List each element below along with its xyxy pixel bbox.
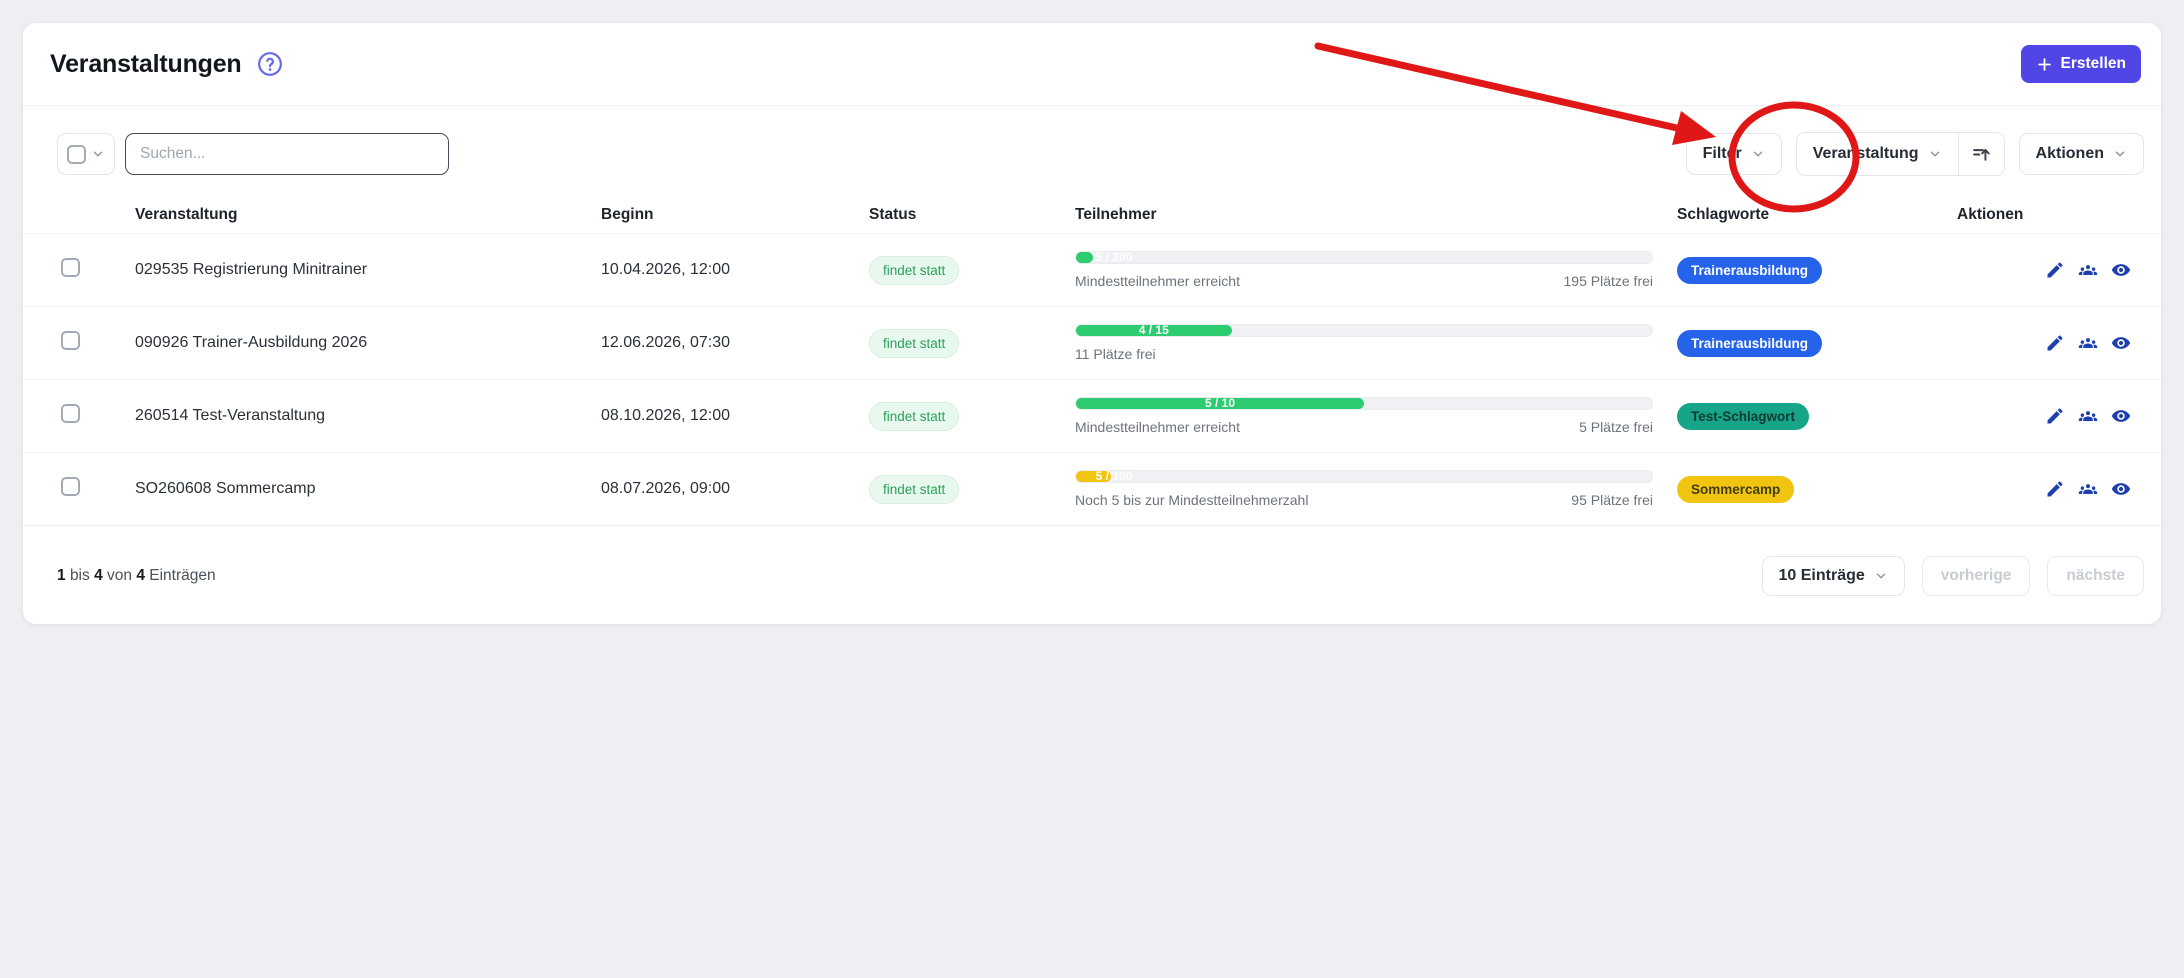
tag: Trainerausbildung bbox=[1677, 257, 1822, 284]
status-badge: findet statt bbox=[869, 329, 959, 358]
row-checkbox[interactable] bbox=[61, 477, 80, 496]
progress-label: 5 / 200 bbox=[1096, 252, 1133, 263]
plus-icon bbox=[2036, 56, 2053, 73]
column-sort-group: Veranstaltung bbox=[1796, 132, 2005, 176]
filter-button[interactable]: Filter bbox=[1686, 133, 1782, 175]
view-icon[interactable] bbox=[2111, 260, 2131, 280]
help-icon[interactable] bbox=[257, 51, 283, 77]
status-badge: findet statt bbox=[869, 475, 959, 504]
edit-icon[interactable] bbox=[2045, 260, 2065, 280]
participants-info-right: 195 Plätze frei bbox=[1564, 273, 1654, 289]
participants-icon[interactable] bbox=[2078, 406, 2098, 426]
tag: Trainerausbildung bbox=[1677, 330, 1822, 357]
filter-button-label: Filter bbox=[1703, 145, 1742, 163]
table-row: 090926 Trainer-Ausbildung 2026 12.06.202… bbox=[23, 306, 2161, 379]
select-all-checkbox[interactable] bbox=[67, 145, 86, 164]
participants-info-left: Mindestteilnehmer erreicht bbox=[1075, 419, 1240, 435]
participants-cell: 5 / 100 Noch 5 bis zur Mindestteilnehmer… bbox=[1075, 470, 1677, 508]
event-name[interactable]: 029535 Registrierung Minitrainer bbox=[135, 261, 601, 279]
participants-cell: 4 / 15 11 Plätze frei bbox=[1075, 324, 1677, 362]
participants-info-left: Mindestteilnehmer erreicht bbox=[1075, 273, 1240, 289]
table-footer: 1 bis 4 von 4 Einträgen 10 Einträge vorh… bbox=[23, 525, 2161, 625]
event-begin: 08.10.2026, 12:00 bbox=[601, 407, 869, 425]
actions-button-label: Aktionen bbox=[2036, 145, 2104, 163]
edit-icon[interactable] bbox=[2045, 333, 2065, 353]
event-begin: 10.04.2026, 12:00 bbox=[601, 261, 869, 279]
pagination-controls: 10 Einträge vorherige nächste bbox=[1762, 556, 2145, 596]
status-badge: findet statt bbox=[869, 256, 959, 285]
select-all-dropdown[interactable] bbox=[57, 133, 115, 175]
participants-cell: 5 / 10 Mindestteilnehmer erreicht 5 Plät… bbox=[1075, 397, 1677, 435]
search-input[interactable] bbox=[125, 133, 449, 175]
header-aktionen: Aktionen bbox=[1957, 206, 2161, 224]
actions-button[interactable]: Aktionen bbox=[2019, 133, 2144, 175]
edit-icon[interactable] bbox=[2045, 479, 2065, 499]
progress-fill bbox=[1076, 252, 1093, 263]
create-button-label: Erstellen bbox=[2061, 55, 2126, 73]
row-checkbox[interactable] bbox=[61, 404, 80, 423]
event-begin: 08.07.2026, 09:00 bbox=[601, 480, 869, 498]
header-veranstaltung: Veranstaltung bbox=[135, 206, 601, 224]
create-button[interactable]: Erstellen bbox=[2021, 45, 2141, 83]
edit-icon[interactable] bbox=[2045, 406, 2065, 426]
chevron-down-icon bbox=[1874, 569, 1888, 583]
event-name[interactable]: SO260608 Sommercamp bbox=[135, 480, 601, 498]
participants-progressbar: 4 / 15 bbox=[1075, 324, 1653, 337]
participants-info-right: 5 Plätze frei bbox=[1579, 419, 1653, 435]
next-page-button[interactable]: nächste bbox=[2047, 556, 2144, 596]
header-beginn: Beginn bbox=[601, 206, 869, 224]
header-status: Status bbox=[869, 206, 1075, 224]
progress-label: 4 / 15 bbox=[1139, 325, 1169, 336]
tag: Sommercamp bbox=[1677, 476, 1794, 503]
progress-label: 5 / 10 bbox=[1205, 398, 1235, 409]
status-badge: findet statt bbox=[869, 402, 959, 431]
chevron-down-icon bbox=[1928, 147, 1942, 161]
row-checkbox[interactable] bbox=[61, 258, 80, 277]
page-size-dropdown[interactable]: 10 Einträge bbox=[1762, 556, 1905, 596]
table-row: SO260608 Sommercamp 08.07.2026, 09:00 fi… bbox=[23, 452, 2161, 525]
view-icon[interactable] bbox=[2111, 406, 2131, 426]
progress-label: 5 / 100 bbox=[1096, 471, 1133, 482]
table-row: 260514 Test-Veranstaltung 08.10.2026, 12… bbox=[23, 379, 2161, 452]
sort-button[interactable] bbox=[1959, 133, 2004, 175]
entries-summary: 1 bis 4 von 4 Einträgen bbox=[57, 567, 216, 585]
participants-progressbar: 5 / 100 bbox=[1075, 470, 1653, 483]
event-name[interactable]: 260514 Test-Veranstaltung bbox=[135, 407, 601, 425]
entity-dropdown-label: Veranstaltung bbox=[1813, 145, 1919, 163]
event-begin: 12.06.2026, 07:30 bbox=[601, 334, 869, 352]
chevron-down-icon bbox=[2113, 147, 2127, 161]
participants-info-left: Noch 5 bis zur Mindestteilnehmerzahl bbox=[1075, 492, 1308, 508]
entity-dropdown-button[interactable]: Veranstaltung bbox=[1797, 133, 1958, 175]
chevron-down-icon bbox=[91, 147, 105, 161]
participants-info-right: 95 Plätze frei bbox=[1571, 492, 1653, 508]
chevron-down-icon bbox=[1751, 147, 1765, 161]
header-schlagworte: Schlagworte bbox=[1677, 206, 1957, 224]
page-size-label: 10 Einträge bbox=[1779, 567, 1865, 585]
toolbar-right: Filter Veranstaltung Aktionen bbox=[1686, 132, 2144, 176]
participants-icon[interactable] bbox=[2078, 260, 2098, 280]
row-checkbox[interactable] bbox=[61, 331, 80, 350]
participants-icon[interactable] bbox=[2078, 479, 2098, 499]
header-teilnehmer: Teilnehmer bbox=[1075, 206, 1677, 224]
view-icon[interactable] bbox=[2111, 333, 2131, 353]
table-header-row: Veranstaltung Beginn Status Teilnehmer S… bbox=[23, 196, 2161, 233]
event-name[interactable]: 090926 Trainer-Ausbildung 2026 bbox=[135, 334, 601, 352]
participants-cell: 5 / 200 Mindestteilnehmer erreicht 195 P… bbox=[1075, 251, 1677, 289]
tag: Test-Schlagwort bbox=[1677, 403, 1809, 430]
page-title: Veranstaltungen bbox=[50, 50, 242, 79]
view-icon[interactable] bbox=[2111, 479, 2131, 499]
events-panel: Veranstaltungen Erstellen Filter Veranst… bbox=[22, 22, 2162, 625]
table-row: 029535 Registrierung Minitrainer 10.04.2… bbox=[23, 233, 2161, 306]
participants-icon[interactable] bbox=[2078, 333, 2098, 353]
events-table: Veranstaltung Beginn Status Teilnehmer S… bbox=[23, 196, 2161, 525]
table-toolbar: Filter Veranstaltung Aktionen bbox=[23, 133, 2161, 175]
participants-info-left: 11 Plätze frei bbox=[1075, 346, 1156, 362]
previous-page-button[interactable]: vorherige bbox=[1922, 556, 2031, 596]
participants-progressbar: 5 / 10 bbox=[1075, 397, 1653, 410]
panel-header: Veranstaltungen Erstellen bbox=[23, 23, 2161, 106]
participants-progressbar: 5 / 200 bbox=[1075, 251, 1653, 264]
sort-ascending-icon bbox=[1971, 144, 1992, 165]
